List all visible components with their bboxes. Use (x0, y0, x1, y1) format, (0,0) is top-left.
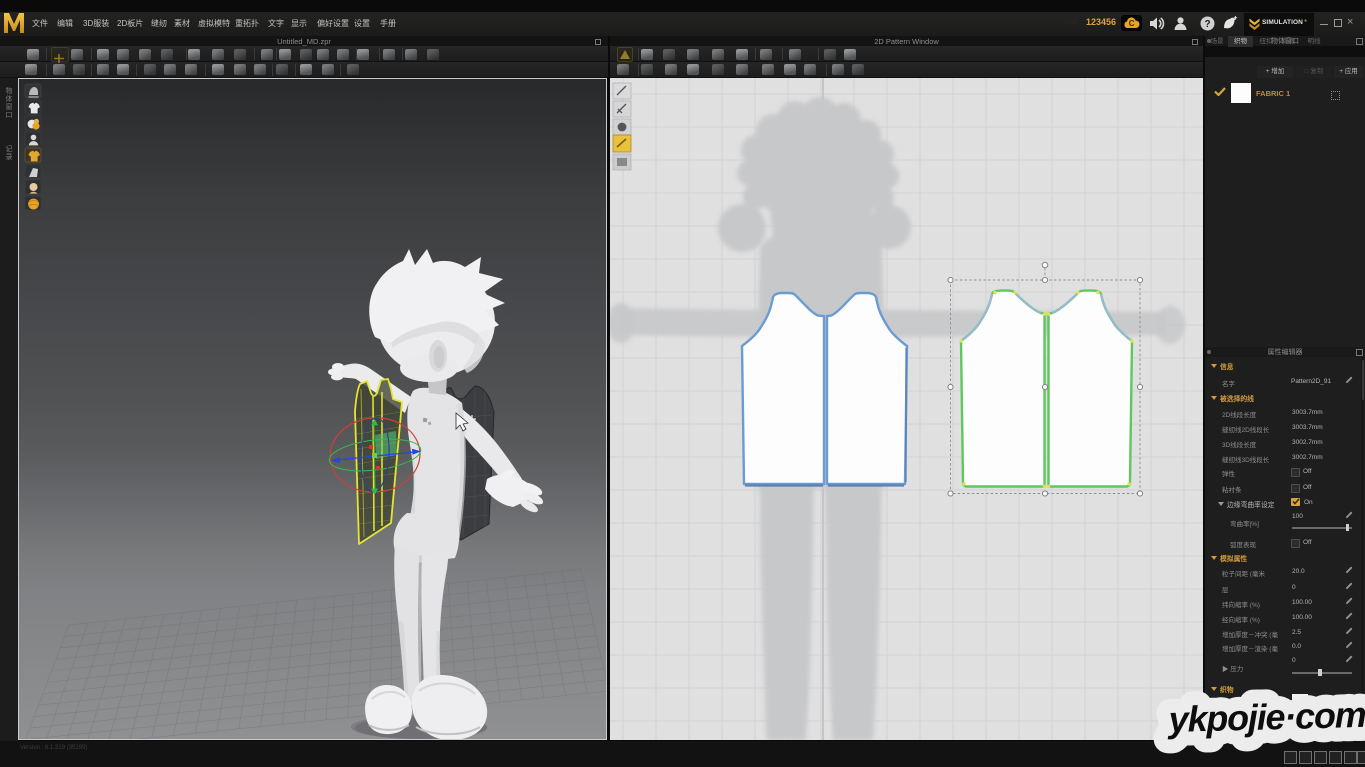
svg-text:ykpojie·com: ykpojie·com (1166, 694, 1365, 740)
svg-text:C: C (1129, 19, 1135, 28)
svg-text:?: ? (1204, 19, 1210, 30)
